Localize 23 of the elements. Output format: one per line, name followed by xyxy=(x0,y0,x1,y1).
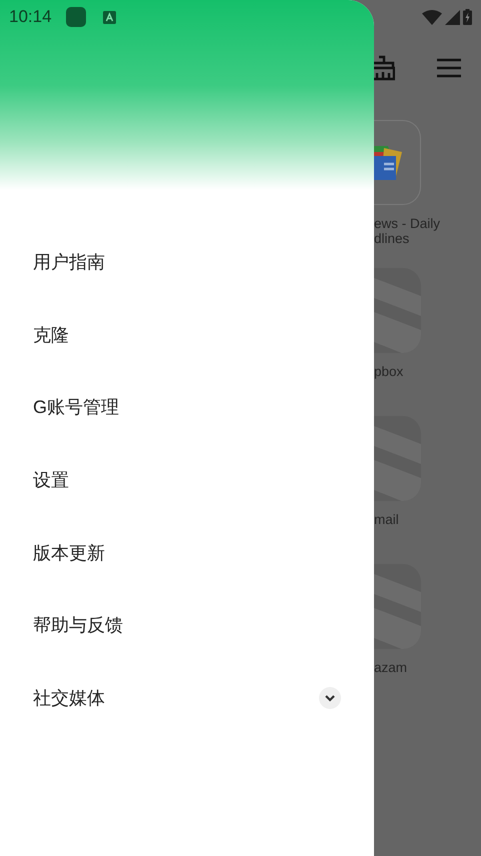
app-icon[interactable] xyxy=(374,564,421,649)
menu-item[interactable]: 克隆 xyxy=(0,298,374,372)
menu-item[interactable]: 社交媒体 xyxy=(33,686,105,710)
app-icon[interactable] xyxy=(374,268,421,353)
app-name: mail xyxy=(374,512,400,527)
notification-icon xyxy=(66,7,86,27)
expand-icon[interactable] xyxy=(319,686,341,709)
app-name: ews - Daily dlines xyxy=(374,216,442,246)
app-name: azam xyxy=(374,660,408,675)
menu-item[interactable]: 版本更新 xyxy=(0,516,374,589)
broom-icon[interactable] xyxy=(371,55,395,81)
app-name: pbox xyxy=(374,364,404,379)
menu-item[interactable]: G账号管理 xyxy=(0,371,374,444)
menu-item[interactable]: 帮助与反馈 xyxy=(0,588,374,662)
menu-item[interactable]: 用户指南 xyxy=(0,226,374,299)
menu-item[interactable]: 设置 xyxy=(0,444,374,516)
status-time: 10:14 xyxy=(9,7,52,27)
signal-icon xyxy=(445,10,460,24)
app-icon[interactable] xyxy=(374,120,421,205)
menu-icon[interactable] xyxy=(437,58,461,78)
battery-icon xyxy=(463,9,472,25)
app-icon[interactable] xyxy=(374,416,421,501)
wifi-icon xyxy=(422,10,442,24)
